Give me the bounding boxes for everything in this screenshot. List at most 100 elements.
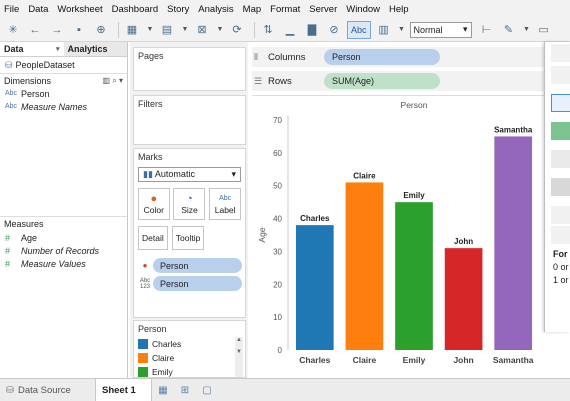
swap-rows-columns-icon[interactable]: ⇅ bbox=[259, 21, 277, 39]
bar bbox=[395, 202, 433, 350]
measure-field[interactable]: # Measure Values bbox=[0, 257, 127, 270]
dropdown-arrow-icon[interactable]: ▼ bbox=[145, 21, 155, 39]
chart-title: Person bbox=[401, 100, 428, 110]
dropdown-arrow-icon[interactable]: ▼ bbox=[522, 21, 532, 39]
presentation-mode-icon[interactable]: ▭ bbox=[535, 21, 553, 39]
label-button[interactable]: Abc Label bbox=[209, 188, 242, 220]
marks-buttons-row-2: Detail Tooltip bbox=[134, 220, 245, 250]
undo-icon[interactable]: ← bbox=[26, 21, 44, 39]
dropdown-arrow-icon[interactable]: ▼ bbox=[215, 21, 225, 39]
detail-button[interactable]: Detail bbox=[138, 226, 168, 250]
columns-shelf: ⦀ Columns Person bbox=[252, 47, 544, 67]
dropdown-arrow-icon[interactable]: ▼ bbox=[180, 21, 190, 39]
save-icon[interactable]: ▪ bbox=[70, 21, 88, 39]
dimensions-tools[interactable]: ▥ ⌕ ▾ bbox=[103, 76, 124, 86]
tab-data-source[interactable]: ⛁ Data Source bbox=[0, 378, 96, 401]
dropdown-arrow-icon[interactable]: ▼ bbox=[397, 21, 407, 39]
bar-chart-thumbnail[interactable] bbox=[551, 94, 570, 112]
new-worksheet-icon[interactable]: ▦ bbox=[152, 379, 174, 401]
menu-dashboard[interactable]: Dashboard bbox=[112, 4, 158, 15]
legend-scrollbar[interactable]: ▲ ▼ bbox=[235, 337, 243, 377]
sort-ascending-icon[interactable]: ▁ bbox=[281, 21, 299, 39]
fit-dropdown[interactable]: Normal ▾ bbox=[409, 21, 472, 38]
number-type-icon: # bbox=[5, 245, 11, 256]
tab-analytics[interactable]: Analytics bbox=[64, 42, 128, 56]
tableau-logo-icon[interactable]: ✳ bbox=[4, 21, 22, 39]
label-pill[interactable]: Person bbox=[153, 276, 242, 291]
datasource-item[interactable]: ⛁ PeopleDataset bbox=[0, 57, 127, 73]
treemap-thumbnail[interactable] bbox=[551, 150, 570, 168]
data-pane: Data ▾ Analytics ⛁ PeopleDataset Dimensi… bbox=[0, 42, 128, 378]
menu-window[interactable]: Window bbox=[346, 4, 380, 15]
dimensions-title: Dimensions bbox=[4, 75, 52, 86]
x-tick-label: John bbox=[453, 355, 473, 365]
measure-name: Measure Values bbox=[21, 258, 86, 269]
chevron-down-icon[interactable]: ▾ bbox=[56, 45, 60, 53]
color-icon: ● bbox=[150, 193, 158, 205]
measures-header: Measures bbox=[0, 216, 127, 230]
stacked-bar-thumbnail[interactable] bbox=[551, 122, 570, 140]
color-button[interactable]: ● Color bbox=[137, 188, 170, 220]
clear-sheet-icon[interactable]: ⊠ bbox=[193, 21, 211, 39]
new-story-icon[interactable]: ▢ bbox=[196, 379, 218, 401]
menu-map[interactable]: Map bbox=[243, 4, 261, 15]
menu-bar: File Data Worksheet Dashboard Story Analysis M… bbox=[0, 0, 570, 18]
menu-worksheet[interactable]: Worksheet bbox=[57, 4, 102, 15]
area-chart-thumbnail[interactable] bbox=[551, 178, 570, 196]
data-pane-tabs: Data ▾ Analytics bbox=[0, 42, 127, 57]
chevron-down-icon: ▾ bbox=[231, 169, 236, 179]
menu-data[interactable]: Data bbox=[28, 4, 48, 15]
tooltip-button[interactable]: Tooltip bbox=[171, 226, 205, 250]
redo-icon[interactable]: → bbox=[48, 21, 66, 39]
show-me-hint-line: 1 or bbox=[553, 275, 569, 285]
menu-help[interactable]: Help bbox=[389, 4, 409, 15]
scatter-thumbnail[interactable] bbox=[551, 206, 570, 224]
tab-sheet-1[interactable]: Sheet 1 bbox=[96, 378, 152, 401]
bar-data-label: Samantha bbox=[494, 125, 533, 134]
menu-file[interactable]: File bbox=[4, 4, 19, 15]
rows-pill[interactable]: SUM(Age) bbox=[324, 73, 440, 89]
legend-item[interactable]: Emily bbox=[134, 365, 245, 377]
measure-field[interactable]: # Number of Records bbox=[0, 244, 127, 257]
size-button[interactable]: ◔ Size bbox=[173, 188, 206, 220]
menu-analysis[interactable]: Analysis bbox=[198, 4, 233, 15]
label-pill-row: Abc 123 Person bbox=[137, 276, 242, 291]
fit-value: Normal bbox=[413, 24, 443, 35]
filters-card[interactable]: Filters bbox=[133, 95, 246, 145]
duplicate-sheet-icon[interactable]: ▤ bbox=[158, 21, 176, 39]
bar bbox=[345, 182, 384, 350]
legend-item[interactable]: Claire bbox=[134, 351, 245, 365]
add-datasource-icon[interactable]: ⊕ bbox=[92, 21, 110, 39]
color-legend-card: Person Charles Claire Emily ▲ ▼ bbox=[133, 320, 246, 378]
histogram-thumbnail[interactable] bbox=[551, 226, 570, 244]
sheet-tabs-bar: ⛁ Data Source Sheet 1 ▦ ⊞ ▢ bbox=[0, 378, 570, 401]
menu-server[interactable]: Server bbox=[309, 4, 337, 15]
measure-field[interactable]: # Age bbox=[0, 231, 127, 244]
color-pill[interactable]: Person bbox=[153, 258, 242, 273]
pause-updates-icon[interactable]: ⟳ bbox=[228, 21, 246, 39]
fit-width-icon[interactable]: ⊢ bbox=[478, 21, 496, 39]
show-mark-labels-button[interactable]: Abc bbox=[347, 20, 371, 39]
legend-item[interactable]: Charles bbox=[134, 337, 245, 351]
columns-label: Columns bbox=[268, 51, 306, 63]
new-dashboard-icon[interactable]: ⊞ bbox=[174, 379, 196, 401]
sort-descending-icon[interactable]: ▇ bbox=[303, 21, 321, 39]
text-table-thumbnail[interactable] bbox=[551, 44, 570, 62]
group-members-icon[interactable]: ⊘ bbox=[325, 21, 343, 39]
menu-format[interactable]: Format bbox=[270, 4, 300, 15]
dimension-field[interactable]: Abc Measure Names bbox=[0, 100, 127, 113]
mark-type-dropdown[interactable]: ▮▮ Automatic ▾ bbox=[138, 167, 241, 182]
datasource-name: PeopleDataset bbox=[15, 60, 75, 70]
columns-pill[interactable]: Person bbox=[324, 49, 440, 65]
fixed-axes-icon[interactable]: ▥ bbox=[375, 21, 393, 39]
dimension-field[interactable]: Abc Person bbox=[0, 87, 127, 100]
bar bbox=[494, 136, 533, 350]
tab-data-label: Data bbox=[4, 44, 24, 54]
pages-card[interactable]: Pages bbox=[133, 47, 246, 91]
symbol-map-thumbnail[interactable] bbox=[551, 66, 570, 84]
menu-story[interactable]: Story bbox=[167, 4, 189, 15]
tab-data[interactable]: Data ▾ bbox=[0, 42, 64, 56]
dimension-name: Measure Names bbox=[21, 101, 88, 112]
highlight-icon[interactable]: ✎ bbox=[500, 21, 518, 39]
new-worksheet-icon[interactable]: ▦ bbox=[123, 21, 141, 39]
